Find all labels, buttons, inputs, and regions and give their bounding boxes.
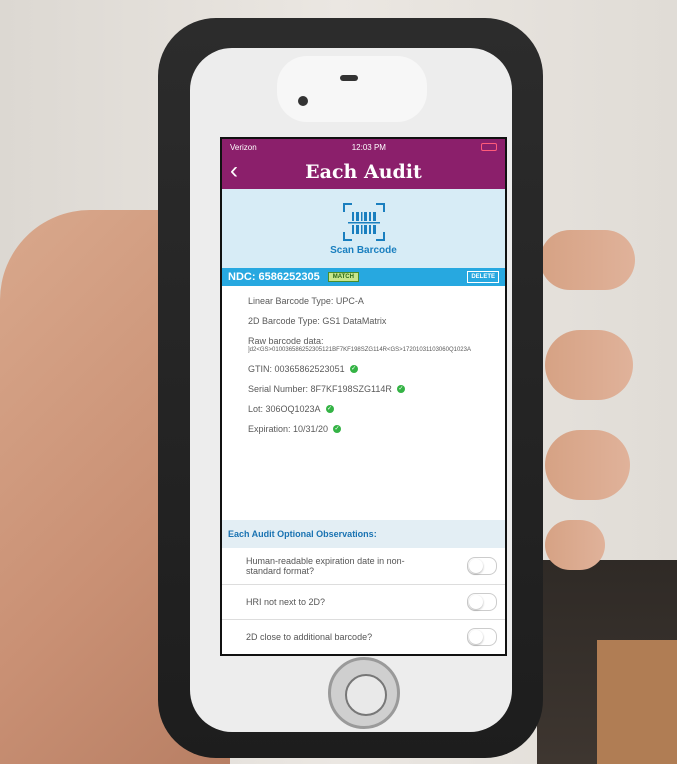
check-icon: ✓ bbox=[325, 405, 334, 413]
ndc-number: NDC: 6586252305 bbox=[228, 271, 320, 283]
delete-button[interactable]: DELETE bbox=[467, 271, 499, 283]
observation-item: Human-readable expiration date in non-st… bbox=[222, 548, 505, 585]
linear-type-row: Linear Barcode Type: UPC-A bbox=[248, 296, 495, 306]
finger bbox=[545, 520, 605, 570]
barcode-scan-icon bbox=[342, 202, 385, 241]
observation-item: HRI not next to 2D? bbox=[222, 585, 505, 620]
check-icon: ✓ bbox=[333, 425, 342, 433]
finger bbox=[545, 430, 630, 500]
twod-type-row: 2D Barcode Type: GS1 DataMatrix bbox=[248, 316, 495, 326]
barcode-details: Linear Barcode Type: UPC-A 2D Barcode Ty… bbox=[222, 286, 505, 520]
observation-label: 2D close to additional barcode? bbox=[246, 632, 373, 642]
time-label: 12:03 PM bbox=[351, 142, 386, 152]
gtin-row: GTIN: 00365862523051 ✓ bbox=[248, 364, 495, 374]
twod-type-text: 2D Barcode Type: GS1 DataMatrix bbox=[248, 316, 387, 326]
serial-row: Serial Number: 8F7KF198SZG114R ✓ bbox=[248, 384, 495, 394]
observation-toggle[interactable] bbox=[467, 593, 497, 611]
match-badge: MATCH bbox=[327, 272, 359, 282]
observations-title: Each Audit Optional Observations: bbox=[222, 520, 505, 548]
phone-screen: Verizon 12:03 PM ‹ Each Audit Scan Barco… bbox=[220, 137, 507, 656]
earpiece-speaker bbox=[340, 75, 358, 81]
ndc-bar: NDC: 6586252305 MATCH DELETE bbox=[222, 268, 505, 286]
lot-row: Lot: 306OQ1023A ✓ bbox=[248, 404, 495, 414]
carrier-label: Verizon bbox=[230, 142, 257, 152]
nav-bar: ‹ Each Audit bbox=[222, 155, 505, 189]
back-button[interactable]: ‹ bbox=[230, 159, 238, 183]
observation-toggle[interactable] bbox=[467, 628, 497, 646]
check-icon: ✓ bbox=[349, 365, 358, 373]
expiration-text: Expiration: 10/31/20 bbox=[248, 424, 329, 434]
expiration-row: Expiration: 10/31/20 ✓ bbox=[248, 424, 495, 434]
observation-toggle[interactable] bbox=[467, 557, 497, 575]
lot-text: Lot: 306OQ1023A bbox=[248, 404, 321, 414]
raw-data-label: Raw barcode data: bbox=[248, 336, 324, 346]
linear-type-text: Linear Barcode Type: UPC-A bbox=[248, 296, 364, 306]
background-box bbox=[597, 640, 677, 764]
finger bbox=[545, 330, 633, 400]
status-bar: Verizon 12:03 PM bbox=[222, 139, 505, 155]
finger bbox=[540, 230, 635, 290]
page-title: Each Audit bbox=[305, 161, 422, 183]
scan-barcode-label: Scan Barcode bbox=[330, 244, 397, 256]
scan-barcode-button[interactable]: Scan Barcode bbox=[222, 189, 505, 268]
raw-data-value: ]d2<GS>010036586252305121BF7KF198SZG114R… bbox=[248, 347, 471, 353]
home-button-ring bbox=[345, 674, 387, 716]
camera-cutout bbox=[277, 56, 427, 122]
raw-data-block: Raw barcode data: ]d2<GS>010036586252305… bbox=[248, 336, 495, 354]
serial-text: Serial Number: 8F7KF198SZG114R bbox=[248, 384, 392, 394]
observation-label: HRI not next to 2D? bbox=[246, 597, 326, 607]
battery-icon bbox=[481, 143, 497, 151]
check-icon: ✓ bbox=[396, 385, 405, 393]
observation-label: Human-readable expiration date in non-st… bbox=[246, 556, 405, 576]
home-button[interactable] bbox=[328, 657, 400, 729]
gtin-text: GTIN: 00365862523051 bbox=[248, 364, 345, 374]
observation-item: 2D close to additional barcode? bbox=[222, 620, 505, 654]
front-camera bbox=[298, 96, 308, 106]
